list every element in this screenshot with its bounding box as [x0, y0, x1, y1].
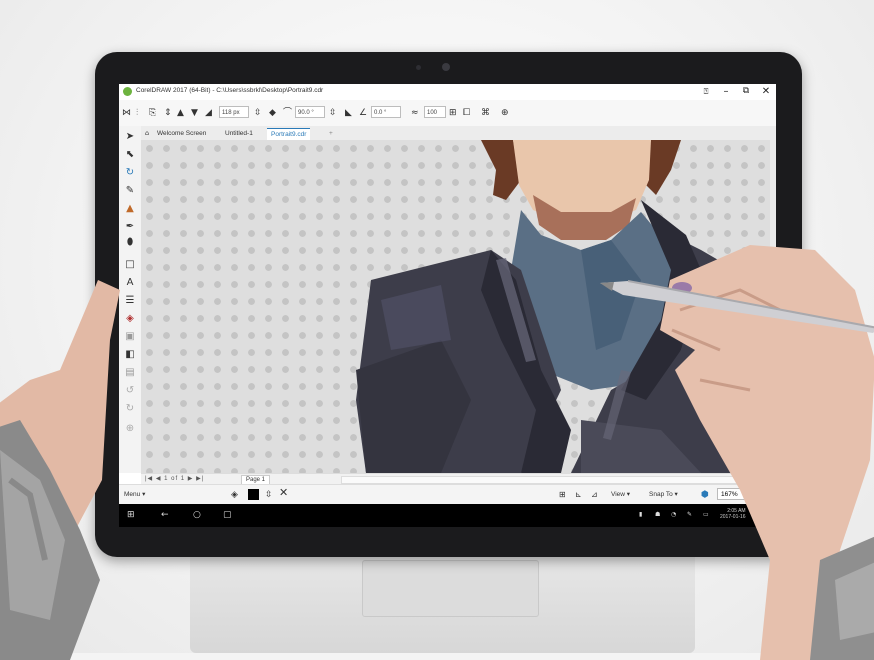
send-back-icon[interactable]: ▼ — [191, 107, 198, 119]
transform-icon[interactable]: ⌘ — [481, 107, 490, 119]
corner-icon[interactable]: ⌒ — [283, 107, 292, 119]
home-icon[interactable]: ⌂ — [141, 128, 153, 139]
crop-tool-icon[interactable]: ↻ — [122, 166, 138, 180]
surface-pen — [600, 280, 874, 333]
left-hand — [0, 280, 120, 660]
artistic-media-icon[interactable]: ▲ — [122, 202, 138, 216]
dynamic-guides-icon[interactable]: ⊾ — [575, 490, 582, 500]
spin-icon[interactable]: ⇳ — [254, 107, 262, 119]
order-icon[interactable]: ⇕ — [164, 107, 172, 119]
close-button[interactable]: ✕ — [759, 85, 773, 98]
guidelines-icon[interactable]: ⊿ — [591, 490, 598, 500]
cortana-icon[interactable]: ○ — [193, 509, 201, 521]
outline-pen-icon[interactable]: ⇳ — [265, 490, 273, 500]
property-bar: ⋈ ⫶ ⎘ ⇕ ▲ ▼ ◢ 118 px ⇳ ◆ ⌒ 90.0 ° ⇳ ◣ ∠ … — [119, 100, 776, 127]
node-icon[interactable]: ◆ — [269, 107, 276, 119]
bring-forward-icon[interactable]: ▲ — [177, 107, 184, 119]
curve-icon[interactable]: ≈ — [411, 107, 419, 119]
angle-icon[interactable]: ∠ — [359, 107, 367, 119]
no-outline-icon[interactable]: ✕ — [279, 487, 288, 498]
freehand-tool-icon[interactable]: ✎ — [122, 184, 138, 198]
window-title: CorelDRAW 2017 (64-Bit) - C:\Users\ssbrk… — [136, 87, 324, 94]
mirror-vertical-icon[interactable]: ⫶ — [136, 107, 138, 119]
window-title-bar: CorelDRAW 2017 (64-Bit) - C:\Users\ssbrk… — [119, 84, 776, 100]
pen-tool-icon[interactable]: ✒ — [122, 220, 138, 234]
page-nav-controls[interactable]: |◀ ◀ 1 of 1 ▶ ▶| — [145, 475, 204, 484]
tab-untitled-1[interactable]: Untitled-1 — [221, 128, 257, 139]
document-tab-bar: ⌂ Welcome Screen Untitled-1 Portrait9.cd… — [141, 126, 776, 140]
fill-color-swatch[interactable] — [248, 489, 259, 500]
smart-fill-icon[interactable]: ⬮ — [122, 236, 138, 250]
frame-icon[interactable]: ⧠ — [463, 107, 470, 119]
outline-width-icon[interactable]: ◢ — [205, 107, 212, 119]
snap-icon[interactable]: ⊞ — [559, 490, 566, 500]
coreldraw-logo-icon — [123, 87, 132, 96]
rotation-field[interactable]: 90.0 ° — [295, 106, 325, 118]
stand-panel — [362, 560, 539, 617]
rotation-spin-icon[interactable]: ⇳ — [329, 107, 337, 119]
align-icon[interactable]: ⎘ — [149, 107, 156, 119]
rectangle-tool-icon[interactable]: □ — [122, 258, 138, 272]
tab-welcome-screen[interactable]: Welcome Screen — [153, 128, 210, 139]
restore-button[interactable]: ⧉ — [739, 85, 753, 98]
add-icon[interactable]: ⊕ — [501, 107, 509, 119]
back-icon[interactable]: ← — [161, 509, 169, 521]
opacity-field[interactable]: 100 — [424, 106, 446, 118]
help-icon[interactable]: ⍰ — [699, 85, 713, 98]
angle-field[interactable]: 0.0 ° — [371, 106, 401, 118]
device-camera — [442, 63, 450, 71]
skew-icon[interactable]: ◣ — [345, 107, 352, 119]
shape-tool-icon[interactable]: ⬉ — [122, 148, 138, 162]
plus-box-icon[interactable]: ⊞ — [449, 107, 457, 119]
minimize-button[interactable]: – — [719, 85, 733, 98]
tab-portrait9[interactable]: Portrait9.cdr — [267, 128, 311, 140]
add-tab-button[interactable]: + — [325, 128, 337, 139]
fill-icon[interactable]: ◈ — [231, 490, 238, 500]
task-view-icon[interactable]: ▢ — [223, 509, 232, 521]
pick-tool-icon[interactable]: ➤ — [122, 130, 138, 144]
width-field[interactable]: 118 px — [219, 106, 249, 118]
mirror-horizontal-icon[interactable]: ⋈ — [122, 107, 131, 119]
device-sensor — [416, 65, 421, 70]
